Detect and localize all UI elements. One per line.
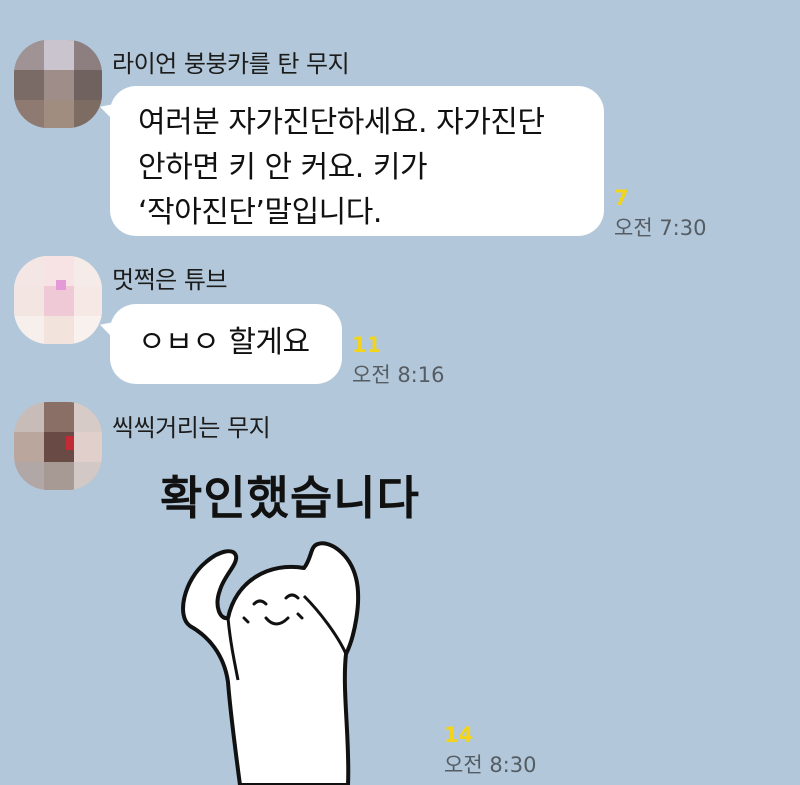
cheering-character-icon[interactable]: [180, 540, 380, 785]
message-line: ㅇㅂㅇ 할게요: [138, 325, 310, 360]
sender-name: 멋쩍은 튜브: [112, 266, 228, 294]
unread-count: 11: [352, 333, 382, 357]
unread-count: 14: [444, 723, 474, 747]
message-line: 여러분 자가진단하세요. 자가진단: [138, 105, 545, 140]
message-time: 오전 7:30: [614, 216, 707, 240]
message-bubble[interactable]: 여러분 자가진단하세요. 자가진단 안하면 키 안 커요. 키가 ‘작아진단’말…: [110, 86, 604, 236]
message-bubble[interactable]: ㅇㅂㅇ 할게요: [110, 304, 342, 384]
sender-name: 씩씩거리는 무지: [112, 414, 271, 442]
message-line: ‘작아진단’말입니다.: [138, 195, 382, 230]
sticker-caption: 확인했습니다: [160, 471, 420, 525]
avatar[interactable]: [14, 40, 102, 128]
avatar[interactable]: [14, 402, 102, 490]
message-time: 오전 8:30: [444, 753, 537, 777]
avatar[interactable]: [14, 256, 102, 344]
message-line: 안하면 키 안 커요. 키가: [138, 150, 428, 185]
sender-name: 라이언 붕붕카를 탄 무지: [112, 50, 350, 78]
unread-count: 7: [614, 186, 629, 210]
message-time: 오전 8:16: [352, 363, 445, 387]
